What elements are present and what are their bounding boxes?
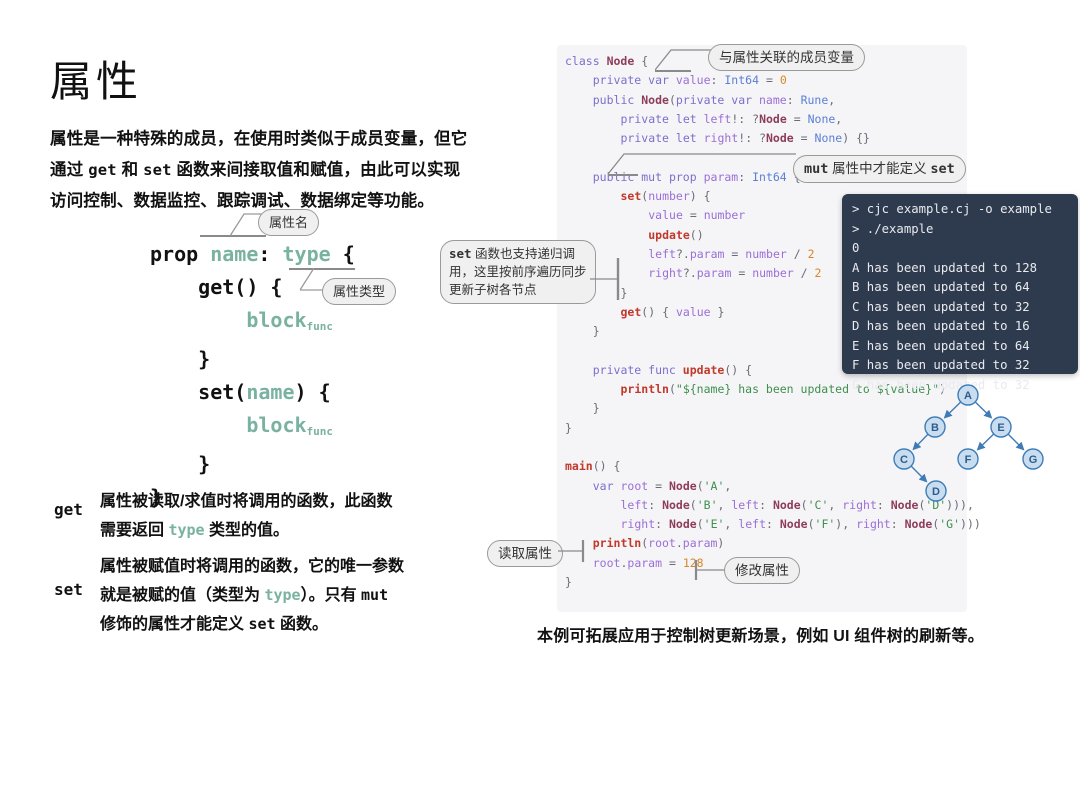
definition-set-type-token: type — [264, 586, 300, 604]
syntax-set-close: } — [198, 452, 210, 476]
callout-recursive-set: set 函数也支持递归调用，这里按前序遍历同步更新子树各节点 — [440, 240, 596, 304]
callout-set-token: set — [930, 161, 954, 177]
page-title: 属性 — [50, 62, 142, 104]
callout-member-variable: 与属性关联的成员变量 — [708, 44, 865, 71]
definition-set-line-2: 就是被赋的值（类型为 type）。只有 mut — [100, 581, 470, 610]
syntax-set-block: block — [246, 413, 306, 437]
syntax-set-block-sub: func — [307, 425, 334, 438]
svg-text:C: C — [900, 454, 908, 466]
slide-caption: 本例可拓展应用于控制树更新场景，例如 UI 组件树的刷新等。 — [537, 622, 1057, 646]
underline-member-var — [655, 70, 691, 72]
svg-text:F: F — [965, 454, 972, 466]
definition-get-type-token: type — [168, 521, 204, 539]
leader-recursive-set — [590, 258, 630, 300]
callout-recursive-set-token: set — [449, 246, 472, 261]
leader-read-property — [558, 538, 592, 564]
svg-text:A: A — [964, 390, 972, 402]
definition-set-line-3: 修饰的属性才能定义 set 函数。 — [100, 610, 470, 639]
intro-paragraph: 属性是一种特殊的成员，在使用时类似于成员变量，但它 通过 get 和 set 函… — [50, 124, 500, 217]
callout-mut-token: mut — [804, 161, 828, 177]
definition-text-get: 属性被读取/求值时将调用的函数，此函数 需要返回 type 类型的值。 — [100, 487, 470, 545]
syntax-get-close: } — [198, 347, 210, 371]
slide-root: 属性 属性是一种特殊的成员，在使用时类似于成员变量，但它 通过 get 和 se… — [0, 0, 1080, 791]
definition-set-line-1: 属性被赋值时将调用的函数，它的唯一参数 — [100, 552, 470, 581]
syntax-set-param: name — [246, 380, 294, 404]
svg-text:D: D — [932, 486, 940, 498]
callout-read-property: 读取属性 — [487, 540, 563, 567]
callout-mut-prop: mut 属性中才能定义 set — [793, 155, 966, 183]
callout-write-property: 修改属性 — [724, 557, 800, 584]
intro-get-token: get — [88, 161, 117, 179]
definition-set-set-token: set — [248, 615, 275, 633]
definition-get-line-1: 属性被读取/求值时将调用的函数，此函数 — [100, 487, 470, 516]
binary-tree-diagram: A B C D E F G — [880, 375, 1060, 510]
svg-text:E: E — [997, 422, 1004, 434]
syntax-get-block-sub: func — [307, 320, 334, 333]
underline-mut-keyword — [608, 174, 638, 176]
definition-key-set: set — [54, 580, 83, 599]
syntax-prop-name: name — [210, 242, 258, 266]
terminal-output: > cjc example.cj -o example > ./example … — [852, 200, 1052, 395]
svg-text:B: B — [931, 422, 939, 434]
syntax-get-line: get() { — [198, 275, 282, 299]
definition-get-line-2: 需要返回 type 类型的值。 — [100, 516, 470, 545]
intro-line-2: 通过 get 和 set 函数来间接取值和赋值，由此可以实现 — [50, 155, 500, 186]
syntax-get-block: block — [246, 308, 306, 332]
callout-prop-name: 属性名 — [258, 209, 319, 236]
definition-set-mut-token: mut — [361, 586, 388, 604]
definition-text-set: 属性被赋值时将调用的函数，它的唯一参数 就是被赋的值（类型为 type）。只有 … — [100, 552, 470, 639]
callout-prop-type: 属性类型 — [322, 278, 396, 305]
intro-set-token: set — [143, 161, 172, 179]
syntax-prop-keyword: prop — [150, 242, 198, 266]
syntax-set-open: set( — [198, 380, 246, 404]
syntax-prop-type: type — [282, 242, 330, 266]
svg-text:G: G — [1029, 454, 1038, 466]
intro-line-1: 属性是一种特殊的成员，在使用时类似于成员变量，但它 — [50, 124, 500, 155]
definition-key-get: get — [54, 500, 83, 519]
